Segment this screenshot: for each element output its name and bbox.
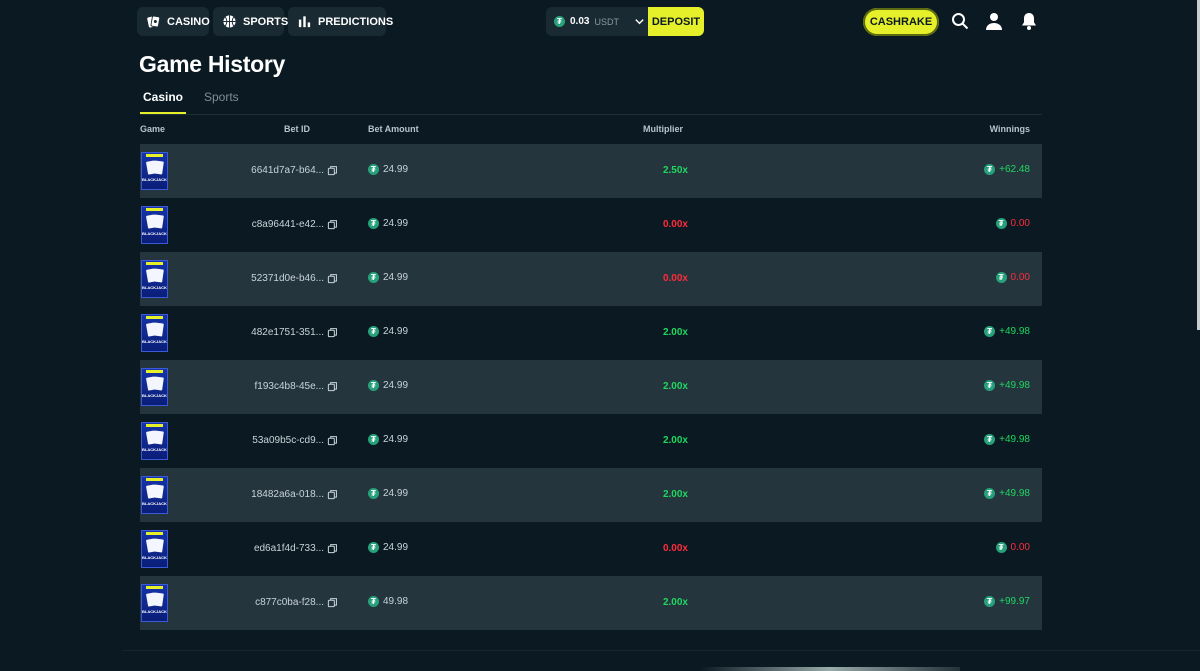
wallet-currency: USDT (594, 16, 619, 27)
winnings-value: +49.98 (999, 434, 1030, 445)
winnings: ₮ +99.97 (984, 596, 1030, 607)
table-row[interactable]: BLACKJACK 482e1751-351... ₮ 24.99 2.00x ₮ +49.… (140, 306, 1042, 360)
page-title: Game History (139, 51, 285, 77)
multiplier: 0.00x (662, 543, 688, 554)
header-game: Game (140, 124, 166, 134)
table-row[interactable]: BLACKJACK 18482a6a-018... ₮ 24.99 2.00x ₮ +49.… (140, 468, 1042, 522)
multiplier: 2.00x (662, 327, 688, 338)
usdt-coin-icon: ₮ (995, 218, 1007, 229)
thumbnail-badge (146, 154, 163, 157)
table-row[interactable]: BLACKJACK 6641d7a7-b64... ₮ 24.99 2.50x ₮ +62.… (140, 144, 1042, 198)
deposit-button[interactable]: DEPOSIT (648, 7, 704, 36)
game-history-table: Game Bet ID Bet Amount Multiplier Winnin… (140, 118, 1042, 630)
winnings: ₮ 0.00 (995, 542, 1030, 553)
table-row[interactable]: BLACKJACK ed6a1f4d-733... ₮ 24.99 0.00x ₮ 0.00 (140, 522, 1042, 576)
table-header: Game Bet ID Bet Amount Multiplier Winnin… (140, 118, 1042, 144)
nav-predictions-button[interactable]: PREDICTIONS (288, 7, 393, 36)
winnings-value: 0.00 (1010, 542, 1030, 553)
game-name: BLACKJACK (142, 393, 167, 398)
header-winnings: Winnings (989, 124, 1030, 134)
winnings: ₮ +49.98 (984, 434, 1030, 445)
table-row[interactable]: BLACKJACK 53a09b5c-cd9... ₮ 24.99 2.00x ₮ +49.… (140, 414, 1042, 468)
header-multiplier: Multiplier (643, 124, 683, 134)
game-name: BLACKJACK (142, 501, 167, 506)
game-name: BLACKJACK (142, 177, 167, 182)
multiplier: 2.50x (662, 165, 688, 176)
multiplier: 2.00x (662, 597, 688, 608)
game-name: BLACKJACK (142, 231, 167, 236)
winnings: ₮ +49.98 (984, 488, 1030, 499)
winnings-value: +49.98 (999, 326, 1030, 337)
history-tabs: Casino Sports (139, 88, 1042, 115)
winnings-value: 0.00 (1010, 272, 1030, 283)
usdt-coin-icon: ₮ (984, 326, 996, 337)
table-body: BLACKJACK 6641d7a7-b64... ₮ 24.99 2.50x ₮ +62.… (140, 144, 1042, 630)
multiplier: 0.00x (662, 273, 688, 284)
nav-casino-button[interactable]: CASINO (137, 7, 210, 36)
usdt-coin-icon: ₮ (984, 434, 996, 445)
winnings-value: +49.98 (999, 488, 1030, 499)
table-row[interactable]: BLACKJACK f193c4b8-45e... ₮ 24.99 2.00x ₮ +49.… (140, 360, 1042, 414)
table-row[interactable]: BLACKJACK c8a96441-e42... ₮ 24.99 0.00x ₮ 0.00 (140, 198, 1042, 252)
tab-sports[interactable]: Sports (204, 90, 239, 104)
thumbnail-badge (146, 370, 163, 373)
winnings: ₮ +62.48 (984, 164, 1030, 175)
footer-banner-edge (700, 667, 960, 671)
wallet-widget: ₮ 0.03 USDT DEPOSIT (546, 7, 704, 36)
usdt-coin-icon: ₮ (984, 380, 996, 391)
basketball-icon (222, 14, 237, 29)
bar-chart-icon (297, 14, 312, 29)
thumbnail-badge (146, 208, 163, 211)
winnings: ₮ 0.00 (995, 272, 1030, 283)
search-icon[interactable] (950, 11, 970, 31)
winnings-value: +62.48 (999, 164, 1030, 175)
game-name: BLACKJACK (142, 285, 167, 290)
tab-casino[interactable]: Casino (139, 90, 187, 114)
usdt-coin-icon: ₮ (995, 542, 1007, 553)
thumbnail-badge (146, 478, 163, 481)
usdt-coin-icon: ₮ (984, 164, 996, 175)
thumbnail-badge (146, 424, 163, 427)
chevron-down-icon (634, 16, 645, 27)
user-icon[interactable] (984, 11, 1004, 31)
winnings-value: +99.97 (999, 596, 1030, 607)
header-bet-id: Bet ID (284, 124, 311, 134)
thumbnail-badge (146, 532, 163, 535)
nav-sports-button[interactable]: SPORTS (213, 7, 288, 36)
game-name: BLACKJACK (142, 339, 167, 344)
winnings: ₮ +49.98 (984, 326, 1030, 337)
game-name: BLACKJACK (142, 609, 167, 614)
game-name: BLACKJACK (142, 555, 167, 560)
winnings-value: 0.00 (1010, 218, 1030, 229)
nav-casino-label: CASINO (167, 15, 210, 28)
nav-sports-label: SPORTS (243, 15, 289, 28)
wallet-balance-dropdown[interactable]: ₮ 0.03 USDT (546, 7, 648, 36)
thumbnail-badge (146, 262, 163, 265)
nav-predictions-label: PREDICTIONS (318, 15, 394, 28)
cards-icon (146, 14, 161, 29)
usdt-coin-icon: ₮ (554, 16, 565, 27)
usdt-coin-icon: ₮ (984, 488, 996, 499)
winnings: ₮ 0.00 (995, 218, 1030, 229)
table-row[interactable]: BLACKJACK 52371d0e-b46... ₮ 24.99 0.00x ₮ 0.00 (140, 252, 1042, 306)
game-name: BLACKJACK (142, 447, 167, 452)
top-bar: CASINO SPORTS PREDICTIONS ₮ 0.03 USDT DE… (0, 0, 1200, 44)
winnings-value: +49.98 (999, 380, 1030, 391)
header-bet-amount: Bet Amount (368, 124, 419, 134)
multiplier: 0.00x (662, 219, 688, 230)
cashrake-button[interactable]: CASHRAKE (863, 8, 939, 36)
multiplier: 2.00x (662, 435, 688, 446)
bell-icon[interactable] (1019, 11, 1039, 31)
wallet-amount: 0.03 (570, 16, 590, 27)
multiplier: 2.00x (662, 489, 688, 500)
footer-divider (122, 650, 1200, 651)
winnings: ₮ +49.98 (984, 380, 1030, 391)
multiplier: 2.00x (662, 381, 688, 392)
thumbnail-badge (146, 586, 163, 589)
thumbnail-badge (146, 316, 163, 319)
usdt-coin-icon: ₮ (995, 272, 1007, 283)
table-row[interactable]: BLACKJACK c877c0ba-f28... ₮ 49.98 2.00x ₮ +99.… (140, 576, 1042, 630)
usdt-coin-icon: ₮ (984, 596, 996, 607)
